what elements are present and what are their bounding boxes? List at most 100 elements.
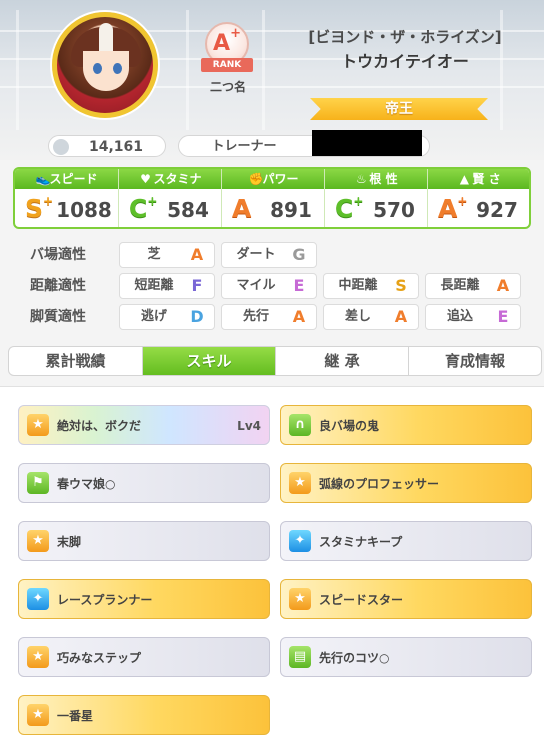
aptitude-name: 差し bbox=[344, 309, 371, 324]
skill-card[interactable]: ∩ 良バ場の鬼 bbox=[280, 405, 532, 445]
skill-name: レースプランナー bbox=[57, 593, 153, 607]
stats-panel: 👟スピード S+ 1088 ♥ スタミナ C+ 584 ✊パワー A 891 ♨ 根… bbox=[13, 167, 531, 229]
aptitude-grade: D bbox=[190, 307, 204, 326]
aptitude-name: 中距離 bbox=[338, 278, 378, 293]
skill-name: 先行のコツ○ bbox=[319, 651, 390, 665]
trainer-label: トレーナー bbox=[211, 139, 277, 154]
aptitude-name: 短距離 bbox=[134, 278, 174, 293]
aptitude-cell: 中距離 S bbox=[323, 273, 419, 299]
aptitude-grade: S bbox=[395, 276, 407, 295]
aptitude-cell: ダート G bbox=[221, 242, 317, 268]
skill-name: 巧みなステップ bbox=[57, 651, 142, 665]
fans-value: 14,161 bbox=[88, 139, 144, 155]
fans-count: 14,161 bbox=[48, 135, 166, 157]
aptitude-name: 逃げ bbox=[140, 309, 167, 324]
aptitude-cell: 芝 A bbox=[119, 242, 215, 268]
skill-name: 春ウマ娘○ bbox=[57, 477, 116, 491]
profile-header: A+ RANK 二つ名 [ビヨンド・ザ・ホライズン] トウカイテイオー 帝王 1… bbox=[0, 0, 544, 160]
stadium-pillar bbox=[186, 10, 189, 130]
tab-skills[interactable]: スキル bbox=[142, 347, 275, 375]
aptitude-cell: マイル E bbox=[221, 273, 317, 299]
stat-grade: A+ bbox=[438, 194, 468, 223]
skill-card[interactable]: ★ 弧線のプロフェッサー bbox=[280, 463, 532, 503]
stat-label: 👟スピード bbox=[15, 169, 118, 189]
muscle-icon: ✊ bbox=[248, 172, 264, 186]
stat-label: ✊パワー bbox=[222, 169, 325, 189]
fans-icon bbox=[53, 139, 69, 155]
aptitude-name: 追込 bbox=[446, 309, 473, 324]
aptitude-cell: 短距離 F bbox=[119, 273, 215, 299]
character-name: トウカイテイオー bbox=[341, 52, 469, 71]
aptitude-cell: 先行 A bbox=[221, 304, 317, 330]
aptitude-name: 先行 bbox=[242, 309, 269, 324]
stat-label: ♥ スタミナ bbox=[119, 169, 222, 189]
title-banner: 帝王 bbox=[310, 98, 488, 120]
aptitude-cell: 長距離 A bbox=[425, 273, 521, 299]
skill-name: 末脚 bbox=[57, 535, 82, 549]
rank-label: RANK bbox=[201, 58, 253, 72]
redacted-trainer-name bbox=[312, 130, 422, 156]
tab-training-info[interactable]: 育成情報 bbox=[408, 347, 541, 375]
stat-speed: 👟スピード S+ 1088 bbox=[15, 169, 118, 227]
sparkle-icon: ✦ bbox=[27, 588, 49, 610]
aptitude-label-style: 脚質適性 bbox=[30, 309, 86, 325]
skill-name: スタミナキープ bbox=[319, 535, 403, 549]
skill-card[interactable]: ★ 絶対は、ボクだ Lv4 bbox=[18, 405, 270, 445]
skill-card[interactable]: ★ 末脚 bbox=[18, 521, 270, 561]
stadium-pillar bbox=[262, 10, 265, 130]
skill-card[interactable]: ★ スピードスター bbox=[280, 579, 532, 619]
stat-grade: C+ bbox=[129, 194, 158, 223]
shoe-icon: 👟 bbox=[35, 172, 51, 186]
tab-inheritance[interactable]: 継 承 bbox=[275, 347, 408, 375]
heart-icon: ♥ bbox=[140, 172, 151, 186]
epithet: [ビヨンド・ザ・ホライズン] bbox=[308, 28, 502, 46]
skill-card[interactable]: ▤ 先行のコツ○ bbox=[280, 637, 532, 677]
aptitude-grade: F bbox=[191, 276, 203, 295]
character-avatar[interactable] bbox=[52, 12, 158, 118]
flame-icon: ♨ bbox=[356, 172, 367, 186]
stat-value: 927 bbox=[476, 198, 518, 222]
aptitude-grade: A bbox=[394, 307, 408, 326]
aptitude-grade: E bbox=[293, 276, 305, 295]
skill-card[interactable]: ⚑ 春ウマ娘○ bbox=[18, 463, 270, 503]
skill-card[interactable]: ✦ レースプランナー bbox=[18, 579, 270, 619]
aptitude-grade: A bbox=[190, 245, 204, 264]
skills-panel: ★ 絶対は、ボクだ Lv4 ∩ 良バ場の鬼 ⚑ 春ウマ娘○ ★ 弧線のプロフェッ… bbox=[0, 386, 544, 744]
stat-value: 891 bbox=[270, 198, 312, 222]
stadium-pillar bbox=[16, 10, 19, 130]
skill-card[interactable]: ★ 巧みなステップ bbox=[18, 637, 270, 677]
running-horse-icon: ★ bbox=[27, 530, 49, 552]
aptitude-grade: E bbox=[497, 307, 509, 326]
skill-name: 絶対は、ボクだ bbox=[57, 419, 142, 433]
flag-icon: ⚑ bbox=[27, 472, 49, 494]
stat-value: 1088 bbox=[56, 198, 112, 222]
running-horse-icon: ★ bbox=[27, 704, 49, 726]
stat-power: ✊パワー A 891 bbox=[221, 169, 325, 227]
skill-name: 一番星 bbox=[57, 709, 94, 723]
aptitude-name: 芝 bbox=[147, 247, 161, 262]
stat-label: ♨ 根 性 bbox=[325, 169, 428, 189]
aptitude-grade: A bbox=[292, 307, 306, 326]
stat-grade: A bbox=[232, 194, 252, 223]
aptitude-label-track: バ場適性 bbox=[30, 247, 86, 263]
stat-stamina: ♥ スタミナ C+ 584 bbox=[118, 169, 222, 227]
aptitude-name: ダート bbox=[236, 247, 276, 262]
horseshoe-icon: ∩ bbox=[289, 414, 311, 436]
graduation-cap-icon: ▲ bbox=[459, 172, 470, 186]
skill-name: スピードスター bbox=[319, 593, 404, 607]
aptitude-cell: 差し A bbox=[323, 304, 419, 330]
skill-card[interactable]: ★ 一番星 bbox=[18, 695, 270, 735]
nickname-label: 二つ名 bbox=[209, 80, 246, 94]
stat-value: 584 bbox=[167, 198, 209, 222]
sparkle-icon: ✦ bbox=[289, 530, 311, 552]
skill-card[interactable]: ✦ スタミナキープ bbox=[280, 521, 532, 561]
tab-career-record[interactable]: 累計戦績 bbox=[9, 347, 142, 375]
running-horse-icon: ★ bbox=[289, 472, 311, 494]
stat-grade: S+ bbox=[25, 194, 54, 223]
stat-guts: ♨ 根 性 C+ 570 bbox=[324, 169, 428, 227]
stat-grade: C+ bbox=[335, 194, 364, 223]
running-horse-icon: ★ bbox=[27, 646, 49, 668]
skill-level: Lv4 bbox=[237, 419, 261, 433]
skill-name: 良バ場の鬼 bbox=[319, 419, 380, 433]
aptitude-name: マイル bbox=[236, 278, 276, 293]
